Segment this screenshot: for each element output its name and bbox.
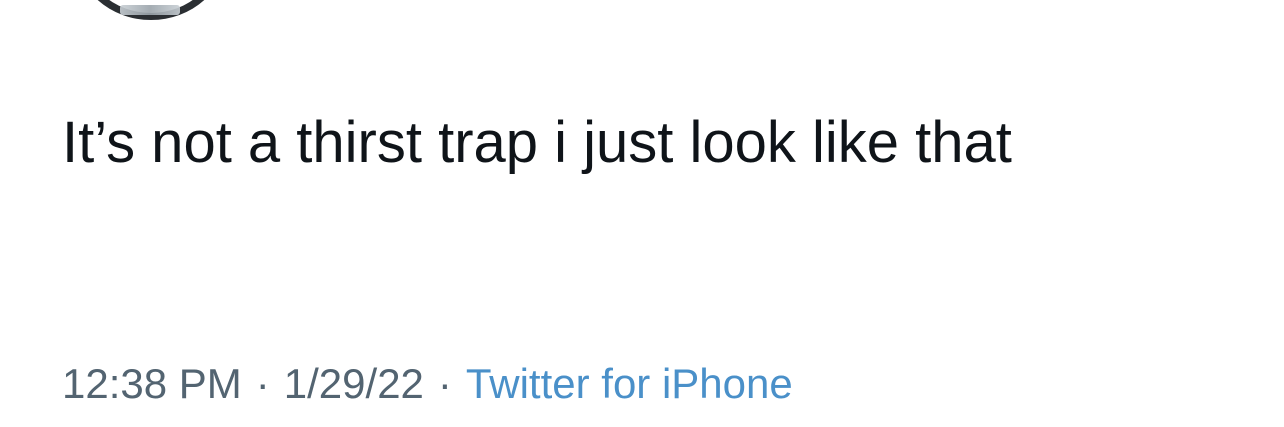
meta-separator: · — [255, 360, 270, 407]
tweet-date[interactable]: 1/29/22 — [284, 360, 424, 407]
tweet-text: It’s not a thirst trap i just look like … — [62, 110, 1012, 175]
tweet-source-link[interactable]: Twitter for iPhone — [466, 360, 793, 407]
avatar-detail — [120, 5, 180, 15]
avatar-image — [82, 0, 220, 15]
tweet-metadata: 12:38 PM · 1/29/22 · Twitter for iPhone — [62, 354, 793, 414]
avatar[interactable] — [76, 0, 226, 20]
tweet-time[interactable]: 12:38 PM — [62, 360, 242, 407]
meta-separator: · — [437, 360, 452, 407]
